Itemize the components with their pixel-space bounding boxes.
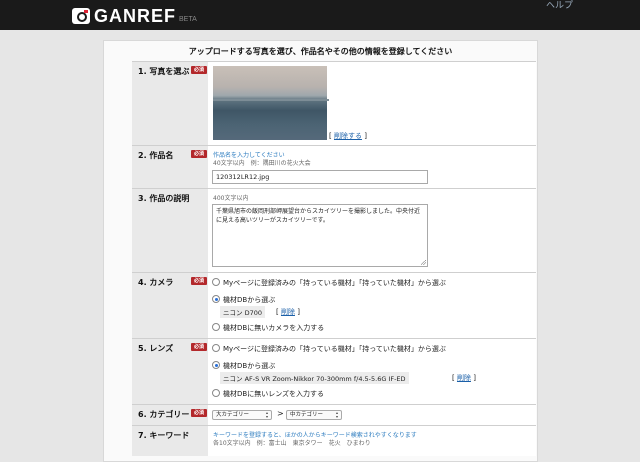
camera-option-db[interactable]: 機材DBから選ぶ	[212, 295, 275, 305]
row-lens: 5. レンズ 必須 Myページに登録済みの「持っている機材」「持っていた機材」か…	[132, 338, 536, 405]
radio-selected-icon[interactable]	[212, 361, 220, 369]
description-label: 3. 作品の説明	[138, 194, 190, 203]
radio-icon[interactable]	[212, 323, 220, 331]
top-bar: GANREF BETA ヘルプ	[0, 0, 640, 30]
row-category: 6. カテゴリー 必須 大カテゴリー > 中カテゴリー	[132, 404, 536, 426]
required-badge: 必須	[191, 343, 208, 351]
camera-option-manual[interactable]: 機材DBに無いカメラを入力する	[212, 323, 324, 333]
title-input[interactable]: 120312LR12.jpg	[212, 170, 428, 184]
logo-beta: BETA	[179, 16, 197, 23]
required-badge: 必須	[191, 150, 208, 158]
lens-delete: [ 削除 ]	[452, 374, 476, 382]
required-badge: 必須	[191, 409, 208, 417]
row-title: 2. 作品名 必須 作品名を入力してください 40文字以内 例：隅田川の花火大会…	[132, 145, 536, 189]
category-label: 6. カテゴリー	[138, 410, 190, 419]
lens-option-manual[interactable]: 機材DBに無いレンズを入力する	[212, 389, 324, 399]
title-limit: 40文字以内 例：隅田川の花火大会	[213, 160, 311, 167]
row-camera: 4. カメラ 必須 Myページに登録済みの「持っている機材」「持っていた機材」か…	[132, 272, 536, 339]
row-description: 3. 作品の説明 400文字以内 千葉県旭市の飯岡刑部岬展望台からスカイツリーを…	[132, 188, 536, 273]
category-major-select[interactable]: 大カテゴリー	[212, 410, 272, 420]
camera-delete: [ 削除 ]	[276, 308, 300, 316]
resize-handle-icon[interactable]	[421, 260, 426, 265]
category-minor-select[interactable]: 中カテゴリー	[286, 410, 342, 420]
radio-icon[interactable]	[212, 344, 220, 352]
lens-selected: ニコン AF-S VR Zoom-Nikkor 70-300mm f/4.5-5…	[220, 372, 409, 384]
form-heading: アップロードする写真を選び、作品名やその他の情報を登録してください	[188, 47, 453, 56]
help-link[interactable]: ヘルプ	[546, 0, 573, 11]
required-badge: 必須	[191, 66, 208, 74]
lens-label: 5. レンズ	[138, 344, 174, 353]
camera-label: 4. カメラ	[138, 278, 174, 287]
radio-icon[interactable]	[212, 278, 220, 286]
photo-thumbnail[interactable]	[213, 66, 329, 140]
title-label: 2. 作品名	[138, 151, 174, 160]
description-limit: 400文字以内	[213, 195, 249, 202]
lens-option-mypage[interactable]: Myページに登録済みの「持っている機材」「持っていた機材」から選ぶ	[212, 344, 446, 354]
required-badge: 必須	[191, 277, 208, 285]
camera-logo-icon	[72, 8, 90, 24]
description-textarea[interactable]: 千葉県旭市の飯岡刑部岬展望台からスカイツリーを撮影しました。中央付近に見える高い…	[212, 204, 428, 267]
photo-label: 1. 写真を選ぶ	[138, 67, 190, 76]
lens-delete-link[interactable]: 削除	[457, 374, 471, 382]
category-arrow: >	[277, 409, 284, 418]
logo-text: GANREF	[94, 5, 176, 26]
row-keyword: 7. キーワード キーワードを登録すると、ほかの人からキーワード検索されやすくな…	[132, 425, 536, 456]
lens-option-db[interactable]: 機材DBから選ぶ	[212, 361, 275, 371]
radio-icon[interactable]	[212, 389, 220, 397]
photo-delete: [ 削除する ]	[329, 132, 367, 140]
ganref-logo[interactable]: GANREF BETA	[72, 5, 197, 26]
keyword-label: 7. キーワード	[138, 431, 190, 440]
radio-selected-icon[interactable]	[212, 295, 220, 303]
upload-form: 1. 写真を選ぶ 必須 [ 削除する ] 2. 作品名 必須 作品名を入力してく…	[132, 61, 536, 456]
photo-delete-link[interactable]: 削除する	[334, 132, 362, 140]
upload-panel: アップロードする写真を選び、作品名やその他の情報を登録してください 1. 写真を…	[103, 40, 538, 462]
row-photo: 1. 写真を選ぶ 必須 [ 削除する ]	[132, 61, 536, 146]
camera-delete-link[interactable]: 削除	[281, 308, 295, 316]
camera-selected: ニコン D700	[220, 306, 265, 318]
camera-option-mypage[interactable]: Myページに登録済みの「持っている機材」「持っていた機材」から選ぶ	[212, 278, 446, 288]
